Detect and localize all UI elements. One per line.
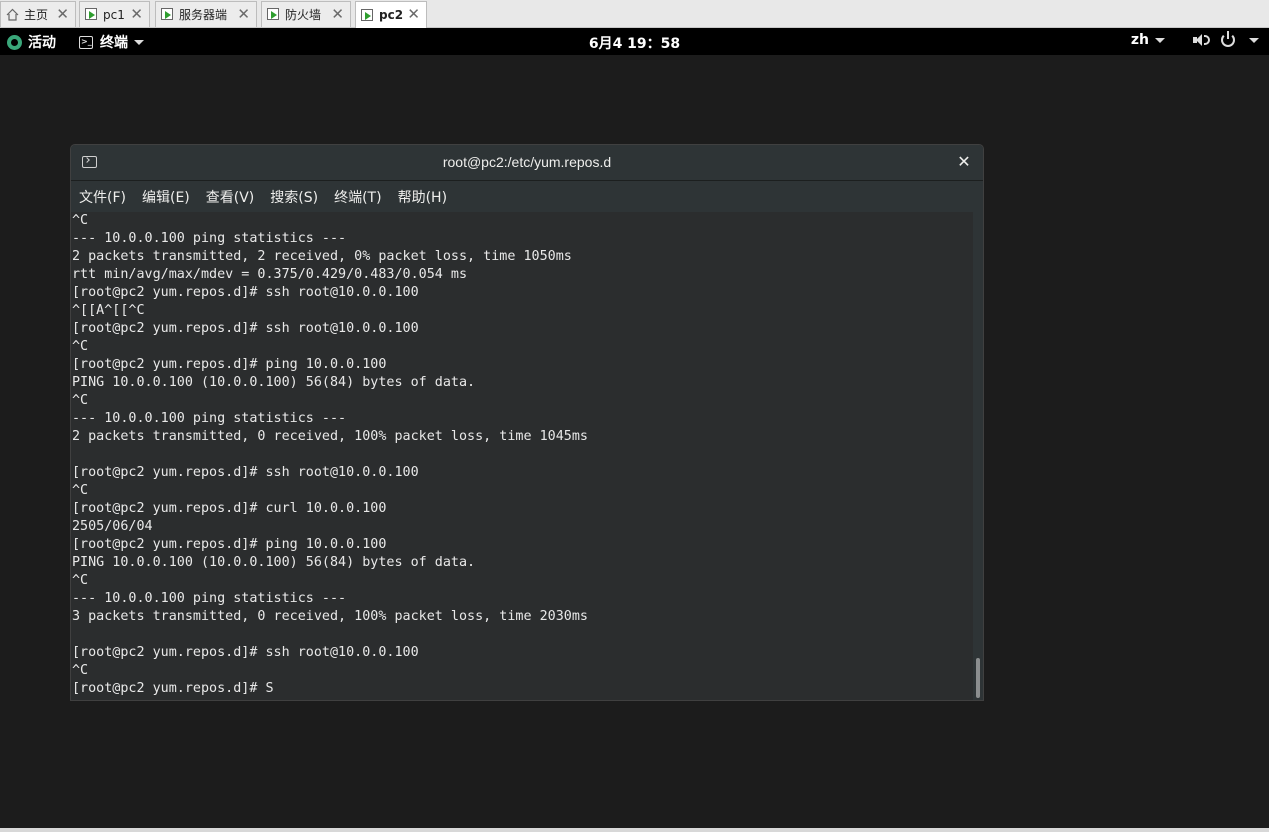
volume-icon — [1193, 33, 1210, 47]
terminal-line: --- 10.0.0.100 ping statistics --- — [72, 591, 347, 606]
menu-edit[interactable]: 编辑(E) — [142, 187, 198, 207]
terminal-line: --- 10.0.0.100 ping statistics --- — [72, 411, 347, 426]
vm-tab-pc2[interactable]: pc2 ✕ — [355, 1, 427, 28]
menu-search[interactable]: 搜索(S) — [270, 187, 326, 207]
vm-tab-home[interactable]: 主页 ✕ — [0, 1, 76, 27]
terminal-line: ^C — [72, 393, 89, 408]
menu-view[interactable]: 查看(V) — [206, 187, 263, 207]
terminal-prompt-line: [root@pc2 yum.repos.d]# S — [72, 681, 274, 696]
terminal-line: [root@pc2 yum.repos.d]# ping 10.0.0.100 — [72, 357, 387, 372]
terminal-line: PING 10.0.0.100 (10.0.0.100) 56(84) byte… — [72, 375, 476, 390]
terminal-line: 2 packets transmitted, 2 received, 0% pa… — [72, 249, 572, 264]
chevron-down-icon — [1249, 37, 1259, 43]
menu-terminal[interactable]: 终端(T) — [334, 187, 389, 207]
power-icon — [1221, 31, 1235, 47]
terminal-line: PING 10.0.0.100 (10.0.0.100) 56(84) byte… — [72, 555, 476, 570]
system-tray: zh — [1131, 31, 1269, 48]
terminal-line: ^C — [72, 483, 89, 498]
terminal-line: --- 10.0.0.100 ping statistics --- — [72, 231, 347, 246]
terminal-line: ^C — [72, 213, 89, 228]
vm-tab-firewall[interactable]: 防火墙 ✕ — [261, 1, 351, 27]
terminal-icon: >_ — [79, 35, 93, 49]
terminal-output[interactable]: ^C --- 10.0.0.100 ping statistics --- 2 … — [71, 212, 973, 700]
close-icon[interactable]: ✕ — [331, 5, 344, 23]
menu-file[interactable]: 文件(F) — [79, 187, 134, 207]
clock: 6月4 19：58 — [0, 33, 1269, 53]
language-label: zh — [1130, 32, 1149, 48]
clock-label[interactable]: 6月4 19：58 — [589, 36, 680, 52]
language-menu[interactable]: zh — [1131, 32, 1165, 48]
window-header-bar[interactable]: root@pc2:/etc/yum.repos.d ✕ — [71, 145, 983, 181]
terminal-line: 3 packets transmitted, 0 received, 100% … — [72, 609, 588, 624]
vm-tab-strip: 主页 ✕ pc1 ✕ 服务器端 ✕ 防火墙 ✕ pc2 ✕ — [0, 0, 1269, 28]
chevron-down-icon — [1155, 37, 1165, 43]
close-icon[interactable]: ✕ — [237, 5, 250, 23]
vm-icon — [267, 8, 280, 21]
chevron-down-icon — [134, 39, 144, 45]
terminal-line: [root@pc2 yum.repos.d]# ping 10.0.0.100 — [72, 537, 387, 552]
activities-label: 活动 — [28, 35, 56, 51]
terminal-line: 2 packets transmitted, 0 received, 100% … — [72, 429, 588, 444]
vm-tab-label: pc2 — [379, 8, 404, 22]
terminal-scrollbar[interactable] — [973, 212, 983, 700]
terminal-line: [root@pc2 yum.repos.d]# ssh root@10.0.0.… — [72, 465, 419, 480]
close-icon[interactable]: ✕ — [56, 5, 69, 23]
terminal-line: [root@pc2 yum.repos.d]# curl 10.0.0.100 — [72, 501, 387, 516]
app-menu-label: 终端 — [100, 35, 128, 51]
vm-icon — [161, 8, 174, 21]
bottom-strip — [0, 828, 1269, 832]
terminal-line: ^[[A^[[^C — [72, 303, 145, 318]
window-close-button[interactable]: ✕ — [955, 153, 973, 171]
terminal-line: [root@pc2 yum.repos.d]# ssh root@10.0.0.… — [72, 285, 419, 300]
terminal-line: [root@pc2 yum.repos.d]# ssh root@10.0.0.… — [72, 321, 419, 336]
terminal-line: ^C — [72, 573, 89, 588]
terminal-window: root@pc2:/etc/yum.repos.d ✕ 文件(F) 编辑(E) … — [70, 144, 984, 701]
vm-tab-label: 服务器端 — [179, 8, 228, 22]
home-icon — [6, 8, 19, 21]
menu-help[interactable]: 帮助(H) — [398, 187, 455, 207]
vm-icon — [85, 8, 98, 21]
vm-tab-label: 防火墙 — [285, 8, 322, 22]
vm-tab-server[interactable]: 服务器端 ✕ — [155, 1, 257, 27]
vm-icon — [361, 8, 374, 22]
close-icon[interactable]: ✕ — [407, 5, 420, 23]
terminal-line: 2505/06/04 — [72, 519, 153, 534]
vm-tab-label: 主页 — [24, 8, 49, 22]
terminal-line: rtt min/avg/max/mdev = 0.375/0.429/0.483… — [72, 267, 468, 282]
distro-logo-icon — [7, 34, 22, 50]
gnome-top-bar: 活动 >_ 终端 6月4 19：58 zh — [0, 28, 1269, 55]
terminal-line: ^C — [72, 339, 89, 354]
system-menu[interactable] — [1193, 31, 1259, 47]
scrollbar-thumb[interactable] — [976, 658, 980, 698]
terminal-line: ^C — [72, 663, 89, 678]
terminal-line: [root@pc2 yum.repos.d]# ssh root@10.0.0.… — [72, 645, 419, 660]
menu-bar: 文件(F) 编辑(E) 查看(V) 搜索(S) 终端(T) 帮助(H) — [71, 181, 983, 212]
window-title: root@pc2:/etc/yum.repos.d — [442, 154, 612, 170]
close-icon[interactable]: ✕ — [130, 5, 143, 23]
vm-tab-pc1[interactable]: pc1 ✕ — [79, 1, 150, 27]
activities-button[interactable]: 活动 — [7, 32, 56, 52]
vm-tab-label: pc1 — [103, 7, 125, 22]
app-menu-button[interactable]: >_ 终端 — [79, 32, 144, 52]
